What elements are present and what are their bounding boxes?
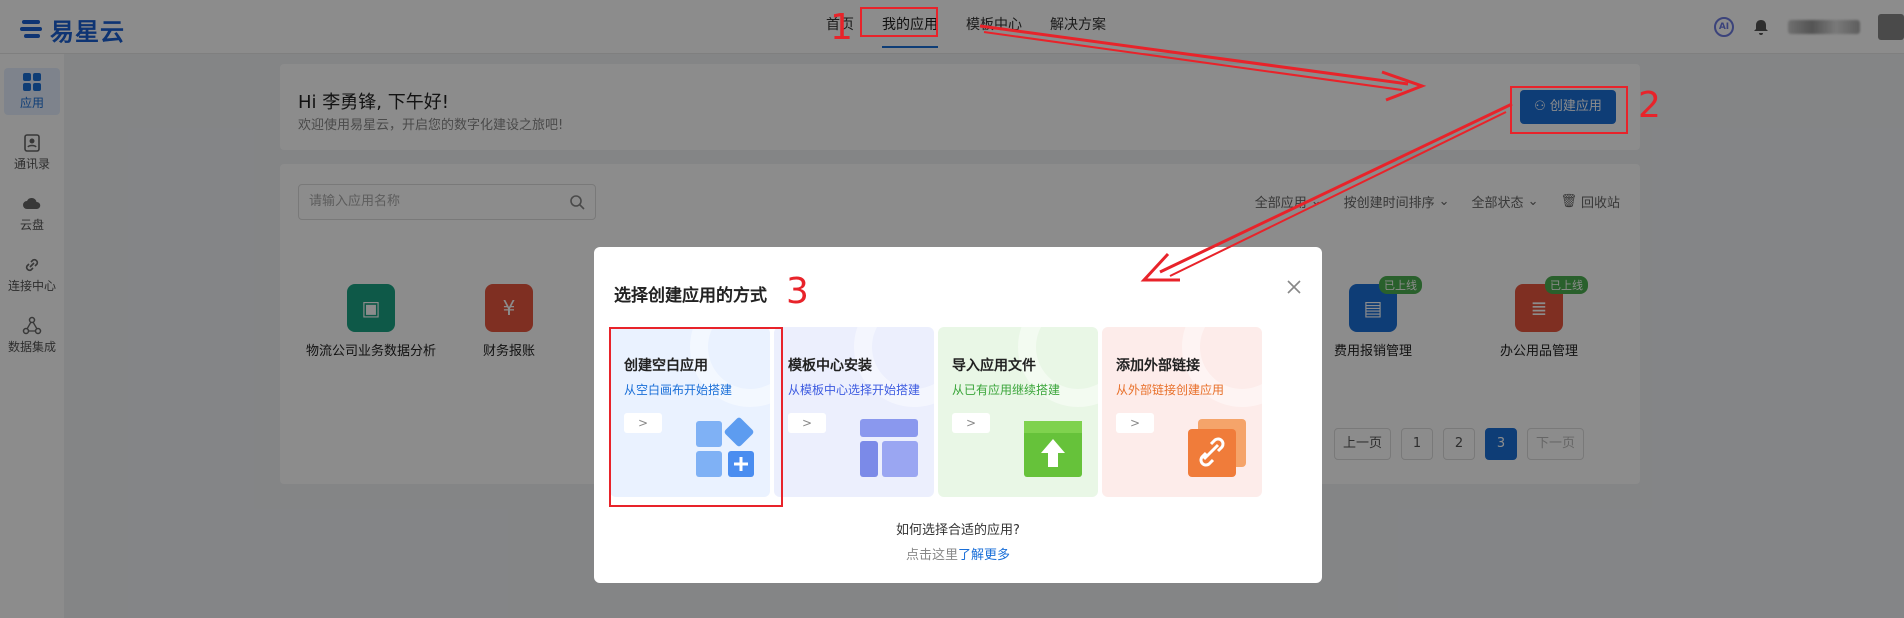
help-question: 如何选择合适的应用? — [896, 523, 1020, 538]
template-icon — [860, 419, 918, 477]
card-external-link[interactable]: 添加外部链接 从外部链接创建应用 > — [1102, 327, 1262, 497]
chevron-right-icon[interactable]: > — [952, 413, 990, 433]
annotation-box-3 — [609, 327, 783, 507]
card-subtitle: 从模板中心选择开始搭建 — [788, 383, 921, 397]
chevron-right-icon[interactable]: > — [1116, 413, 1154, 433]
annotation-number-2: 2 — [1638, 85, 1661, 126]
chevron-right-icon[interactable]: > — [788, 413, 826, 433]
card-template[interactable]: 模板中心安装 从模板中心选择开始搭建 > — [774, 327, 934, 497]
modal-title: 选择创建应用的方式 — [614, 286, 767, 306]
card-subtitle: 从外部链接创建应用 — [1116, 383, 1225, 397]
annotation-box-2 — [1510, 86, 1628, 134]
import-icon — [1024, 421, 1082, 477]
help-line: 点击这里了解更多 — [905, 548, 1011, 563]
annotation-box-1 — [860, 7, 938, 37]
card-title: 模板中心安装 — [788, 358, 872, 374]
card-title: 添加外部链接 — [1116, 358, 1200, 374]
annotation-number-1: 1 — [830, 7, 853, 48]
learn-more-link[interactable]: 了解更多 — [958, 548, 1010, 563]
card-subtitle: 从已有应用继续搭建 — [952, 383, 1061, 397]
close-icon[interactable] — [1286, 279, 1302, 295]
card-title: 导入应用文件 — [952, 358, 1036, 374]
external-link-icon — [1188, 419, 1246, 477]
annotation-number-3: 3 — [786, 271, 809, 312]
card-import[interactable]: 导入应用文件 从已有应用继续搭建 > — [938, 327, 1098, 497]
